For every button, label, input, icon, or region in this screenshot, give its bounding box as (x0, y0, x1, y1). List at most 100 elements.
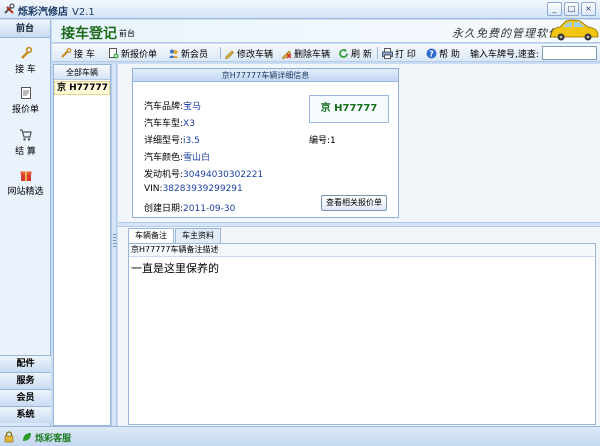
delete-vehicle-button[interactable]: 删除车辆 (281, 46, 330, 60)
field-detail-model: 详细型号:i3.5 (144, 133, 200, 146)
vehicle-list: 全部车辆 京 H77777 (53, 64, 111, 426)
toolbar-button-label: 打 印 (395, 49, 416, 60)
toolbar-button-label: 帮 助 (439, 49, 460, 60)
sidebar-section-service[interactable]: 服务 (0, 372, 51, 389)
sidebar: 前台 接 车 报价单 结 算 网站精选 配件 服务 会员 系统 (0, 20, 51, 426)
new-quote-icon (109, 47, 119, 58)
app-name: 烁彩汽修店 (18, 7, 68, 18)
edit-vehicle-button[interactable]: 修改车辆 (224, 46, 273, 60)
sidebar-item-reception[interactable]: 接 车 (0, 46, 51, 80)
field-value: 宝马 (183, 102, 202, 112)
field-model: 汽车车型:X3 (144, 116, 195, 129)
sidebar-item-quote[interactable]: 报价单 (0, 86, 51, 120)
sidebar-section-members[interactable]: 会员 (0, 389, 51, 406)
sidebar-item-label: 网站精选 (7, 187, 44, 197)
field-label: 详细型号: (144, 136, 184, 146)
sidebar-section-parts[interactable]: 配件 (0, 355, 51, 372)
window-controls: _ □ × (547, 2, 596, 16)
sidebar-item-label: 接 车 (15, 65, 36, 75)
refresh-icon (339, 48, 348, 58)
sidebar-item-checkout[interactable]: 结 算 (0, 128, 51, 162)
notes-text[interactable]: 一直是这里保养的 (129, 257, 595, 279)
help-icon: ? (426, 48, 437, 58)
tabs-area: 车辆备注 车主资料 京H77777车辆备注描述 一直是这里保养的 (118, 227, 600, 426)
refresh-button[interactable]: 刷 新 (338, 46, 372, 60)
print-button[interactable]: 打 印 (382, 46, 416, 60)
toolbar-button-label: 接 车 (74, 49, 95, 60)
field-label: 汽车车型: (144, 119, 184, 129)
field-label: 汽车品牌: (144, 102, 184, 112)
sidebar-item-label: 结 算 (15, 147, 36, 157)
slogan: 永久免费的管理软件 (452, 27, 560, 40)
toolbar-button-label: 删除车辆 (294, 49, 331, 60)
toolbar-button-label: 刷 新 (351, 49, 372, 60)
sidebar-section-system[interactable]: 系统 (0, 406, 51, 423)
car-in-icon (61, 47, 72, 58)
field-value: 30494030302221 (183, 170, 264, 180)
field-label: 汽车颜色: (144, 153, 184, 163)
service-link[interactable]: 烁彩客服 (22, 431, 71, 444)
field-vin: VIN:38283939299291 (144, 184, 243, 194)
search-label: 输入车牌号,速查: (470, 49, 539, 60)
maximize-button[interactable]: □ (564, 2, 579, 16)
delete-icon (282, 50, 292, 59)
field-label: 编号: (309, 136, 331, 146)
detail-area: 京H77777车辆详细信息 京 H77777 汽车品牌:宝马 汽车车型:X3 详… (118, 64, 600, 222)
field-value: i3.5 (183, 136, 200, 146)
new-quote-button[interactable]: 新报价单 (108, 46, 157, 60)
sidebar-header[interactable]: 前台 (0, 20, 50, 38)
app-version: V2.1 (72, 7, 95, 18)
cart-icon (19, 129, 32, 141)
receive-car-button[interactable]: 接 车 (61, 46, 95, 60)
wrench-icon (20, 46, 32, 59)
plate-search-input[interactable] (542, 46, 597, 60)
document-icon (20, 87, 31, 99)
new-member-button[interactable]: 新会员 (168, 46, 208, 60)
taxi-car-icon (550, 19, 599, 41)
toolbar-button-label: 修改车辆 (237, 49, 274, 60)
tab-panel: 京H77777车辆备注描述 一直是这里保养的 (128, 243, 596, 425)
page-header: 接车登记 前台 永久免费的管理软件 (52, 20, 600, 43)
svg-text:?: ? (429, 49, 434, 58)
sidebar-body: 接 车 报价单 结 算 网站精选 (0, 38, 50, 370)
panel-title: 京H77777车辆详细信息 (133, 69, 398, 82)
field-label: 创建日期: (144, 204, 184, 214)
toolbar-button-label: 新报价单 (121, 49, 158, 60)
sidebar-item-featured[interactable]: 网站精选 (0, 168, 51, 202)
field-created-date: 创建日期:2011-09-30 (144, 201, 235, 214)
minimize-button[interactable]: _ (547, 2, 562, 16)
window-title: 烁彩汽修店 V2.1 (18, 3, 95, 18)
page-subtitle: 前台 (119, 29, 135, 38)
toolbar: 接 车 新报价单 新会员 修改车辆 删除车辆 刷 新 打 印 ? 帮 助 输入车… (52, 44, 600, 62)
field-engine-number: 发动机号:30494030302221 (144, 167, 263, 180)
list-item[interactable]: 京 H77777 (54, 81, 110, 95)
close-button[interactable]: × (581, 2, 596, 16)
members-icon (169, 49, 179, 58)
service-label: 烁彩客服 (35, 434, 72, 444)
view-quotes-button[interactable]: 查看相关报价单 (321, 195, 387, 211)
license-plate: 京 H77777 (309, 95, 389, 123)
toolbar-separator (220, 47, 221, 59)
toolbar-separator (377, 47, 378, 59)
vehicle-list-header[interactable]: 全部车辆 (54, 65, 110, 80)
field-serial: 编号:1 (309, 133, 336, 146)
help-button[interactable]: ? 帮 助 (426, 46, 460, 60)
tab-owner-info[interactable]: 车主资料 (175, 228, 221, 243)
edit-icon (225, 50, 234, 59)
printer-icon (382, 47, 393, 59)
vertical-splitter[interactable] (111, 64, 117, 426)
tools-icon (4, 3, 15, 14)
splitter-grip[interactable] (113, 234, 116, 248)
status-bar: 烁彩客服 (0, 426, 600, 446)
leaf-icon (23, 433, 31, 441)
sidebar-item-label: 报价单 (11, 105, 39, 115)
toolbar-button-label: 新会员 (181, 49, 209, 60)
lock-icon (4, 431, 14, 443)
field-value: 雪山白 (183, 153, 211, 163)
gift-icon (20, 171, 31, 181)
field-value: 38283939299291 (162, 184, 243, 194)
page-title: 接车登记 (61, 26, 117, 42)
notes-caption: 京H77777车辆备注描述 (129, 244, 595, 257)
tab-vehicle-notes[interactable]: 车辆备注 (128, 228, 174, 243)
field-label: VIN: (144, 184, 163, 194)
